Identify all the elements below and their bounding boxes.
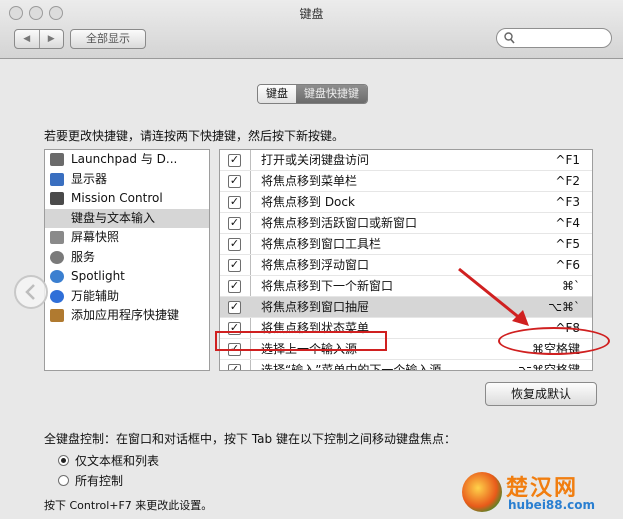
- shortcut-label: 将焦点移到下一个新窗口: [261, 279, 394, 293]
- watermark-logo-icon: [462, 472, 502, 512]
- category-list: Launchpad 与 D... 显示器 Mission Control 键盘与…: [44, 149, 210, 371]
- tab-keyboard[interactable]: 键盘: [258, 85, 296, 103]
- radio-indicator[interactable]: [58, 455, 69, 466]
- shortcut-label: 将焦点移到 Dock: [261, 195, 355, 209]
- shortcut-key[interactable]: ^F6: [555, 255, 580, 275]
- shortcut-checkbox[interactable]: ✓: [228, 238, 241, 251]
- category-keyboard-text[interactable]: 键盘与文本输入: [45, 208, 209, 228]
- category-display[interactable]: 显示器: [45, 170, 209, 190]
- shortcut-checkbox[interactable]: ✓: [228, 259, 241, 272]
- shortcut-label: 选择“输入”菜单中的下一个输入源: [261, 363, 442, 371]
- radio-text-and-lists[interactable]: 仅文本框和列表: [58, 452, 159, 469]
- shortcut-row[interactable]: ✓ 将焦点移到菜单栏 ^F2: [220, 171, 592, 192]
- shortcut-checkbox[interactable]: ✓: [228, 175, 241, 188]
- category-app-shortcuts[interactable]: 添加应用程序快捷键: [45, 306, 209, 326]
- radio-label: 所有控制: [75, 474, 124, 488]
- back-forward-control: ◀ ▶: [14, 29, 64, 49]
- highlight-box: [215, 331, 387, 351]
- show-all-button[interactable]: 全部显示: [70, 29, 146, 49]
- shortcut-row[interactable]: ✓ 将焦点移到活跃窗口或新窗口 ^F4: [220, 213, 592, 234]
- screenshot-icon: [50, 231, 64, 244]
- chevron-left-icon: [25, 284, 35, 300]
- shortcut-checkbox[interactable]: ✓: [228, 154, 241, 167]
- annotation-arrow-icon: [458, 267, 529, 326]
- category-label: Spotlight: [71, 269, 125, 283]
- forward-arrow-icon[interactable]: ▶: [38, 30, 64, 48]
- shortcut-row[interactable]: ✓ 打开或关闭键盘访问 ^F1: [220, 150, 592, 171]
- back-arrow-icon[interactable]: ◀: [15, 30, 39, 48]
- shortcut-key[interactable]: ^F4: [555, 213, 580, 233]
- category-screenshots[interactable]: 屏幕快照: [45, 228, 209, 248]
- full-keyboard-heading: 全键盘控制：在窗口和对话框中，按下 Tab 键在以下控制之间移动键盘焦点：: [44, 432, 456, 446]
- category-label: 万能辅助: [71, 288, 120, 303]
- shortcut-checkbox[interactable]: ✓: [228, 364, 241, 370]
- app-shortcut-icon: [50, 309, 64, 322]
- shortcut-key[interactable]: ⌘`: [562, 276, 580, 296]
- shortcut-row[interactable]: ✓ 将焦点移到窗口抽屉 ⌥⌘`: [220, 297, 592, 318]
- tab-bar: 键盘 键盘快捷键: [257, 84, 368, 104]
- category-label: 显示器: [71, 171, 108, 186]
- previous-page-button[interactable]: [14, 275, 48, 309]
- radio-all-controls[interactable]: 所有控制: [58, 472, 123, 489]
- hint-text: 按下 Control+F7 来更改此设置。: [44, 499, 213, 512]
- shortcut-label: 将焦点移到浮动窗口: [261, 258, 370, 272]
- shortcut-row[interactable]: ✓ 将焦点移到浮动窗口 ^F6: [220, 255, 592, 276]
- shortcut-checkbox[interactable]: ✓: [228, 196, 241, 209]
- shortcut-label: 将焦点移到活跃窗口或新窗口: [261, 216, 418, 230]
- shortcut-row[interactable]: ✓ 选择“输入”菜单中的下一个输入源 ⌥⌘空格键: [220, 360, 592, 371]
- category-label: 屏幕快照: [71, 230, 120, 244]
- category-label: Launchpad 与 D...: [71, 152, 178, 166]
- search-input[interactable]: [519, 30, 611, 48]
- shortcut-checkbox[interactable]: ✓: [228, 217, 241, 230]
- category-label: 添加应用程序快捷键: [71, 308, 180, 322]
- watermark: 楚汉网 hubei88.com: [462, 470, 617, 516]
- shortcut-label: 将焦点移到窗口抽屉: [261, 300, 370, 314]
- radio-label: 仅文本框和列表: [75, 454, 160, 468]
- shortcut-row[interactable]: ✓ 将焦点移到 Dock ^F3: [220, 192, 592, 213]
- category-mission-control[interactable]: Mission Control: [45, 189, 209, 209]
- shortcut-key[interactable]: ^F3: [555, 192, 580, 212]
- watermark-url: hubei88.com: [508, 498, 596, 512]
- tab-keyboard-shortcuts[interactable]: 键盘快捷键: [296, 85, 367, 103]
- radio-indicator[interactable]: [58, 475, 69, 486]
- shortcut-key[interactable]: ⌥⌘`: [548, 297, 580, 317]
- shortcut-key[interactable]: ⌥⌘空格键: [518, 360, 580, 370]
- category-spotlight[interactable]: Spotlight: [45, 267, 209, 287]
- services-icon: [50, 250, 64, 264]
- shortcut-label: 打开或关闭键盘访问: [261, 153, 370, 167]
- restore-defaults-button[interactable]: 恢复成默认: [485, 382, 597, 406]
- category-services[interactable]: 服务: [45, 248, 209, 268]
- shortcut-key[interactable]: ^F5: [555, 234, 580, 254]
- shortcut-checkbox[interactable]: ✓: [228, 301, 241, 314]
- mission-control-icon: [50, 192, 64, 205]
- category-label: 服务: [71, 249, 96, 264]
- category-label: 键盘与文本输入: [71, 210, 156, 225]
- shortcut-key[interactable]: ^F2: [555, 171, 580, 191]
- window-title: 键盘: [299, 7, 324, 21]
- shortcut-key[interactable]: ^F1: [555, 150, 580, 170]
- window-titlebar: 键盘 ◀ ▶ 全部显示: [0, 0, 623, 59]
- accessibility-icon: [50, 289, 64, 303]
- category-label: Mission Control: [71, 191, 163, 205]
- shortcut-label: 将焦点移到窗口工具栏: [261, 237, 382, 251]
- highlight-oval: [498, 327, 610, 355]
- launchpad-icon: [50, 153, 64, 166]
- shortcut-checkbox[interactable]: ✓: [228, 280, 241, 293]
- display-icon: [50, 172, 64, 186]
- shortcut-label: 将焦点移到菜单栏: [261, 174, 358, 188]
- search-field[interactable]: [496, 28, 612, 48]
- shortcut-row[interactable]: ✓ 将焦点移到下一个新窗口 ⌘`: [220, 276, 592, 297]
- search-icon: [504, 32, 515, 44]
- spotlight-icon: [50, 270, 64, 283]
- category-accessibility[interactable]: 万能辅助: [45, 287, 209, 307]
- instruction-text: 若要更改快捷键，请连按两下快捷键，然后按下新按键。: [44, 129, 345, 143]
- shortcut-row[interactable]: ✓ 将焦点移到窗口工具栏 ^F5: [220, 234, 592, 255]
- category-launchpad[interactable]: Launchpad 与 D...: [45, 150, 209, 170]
